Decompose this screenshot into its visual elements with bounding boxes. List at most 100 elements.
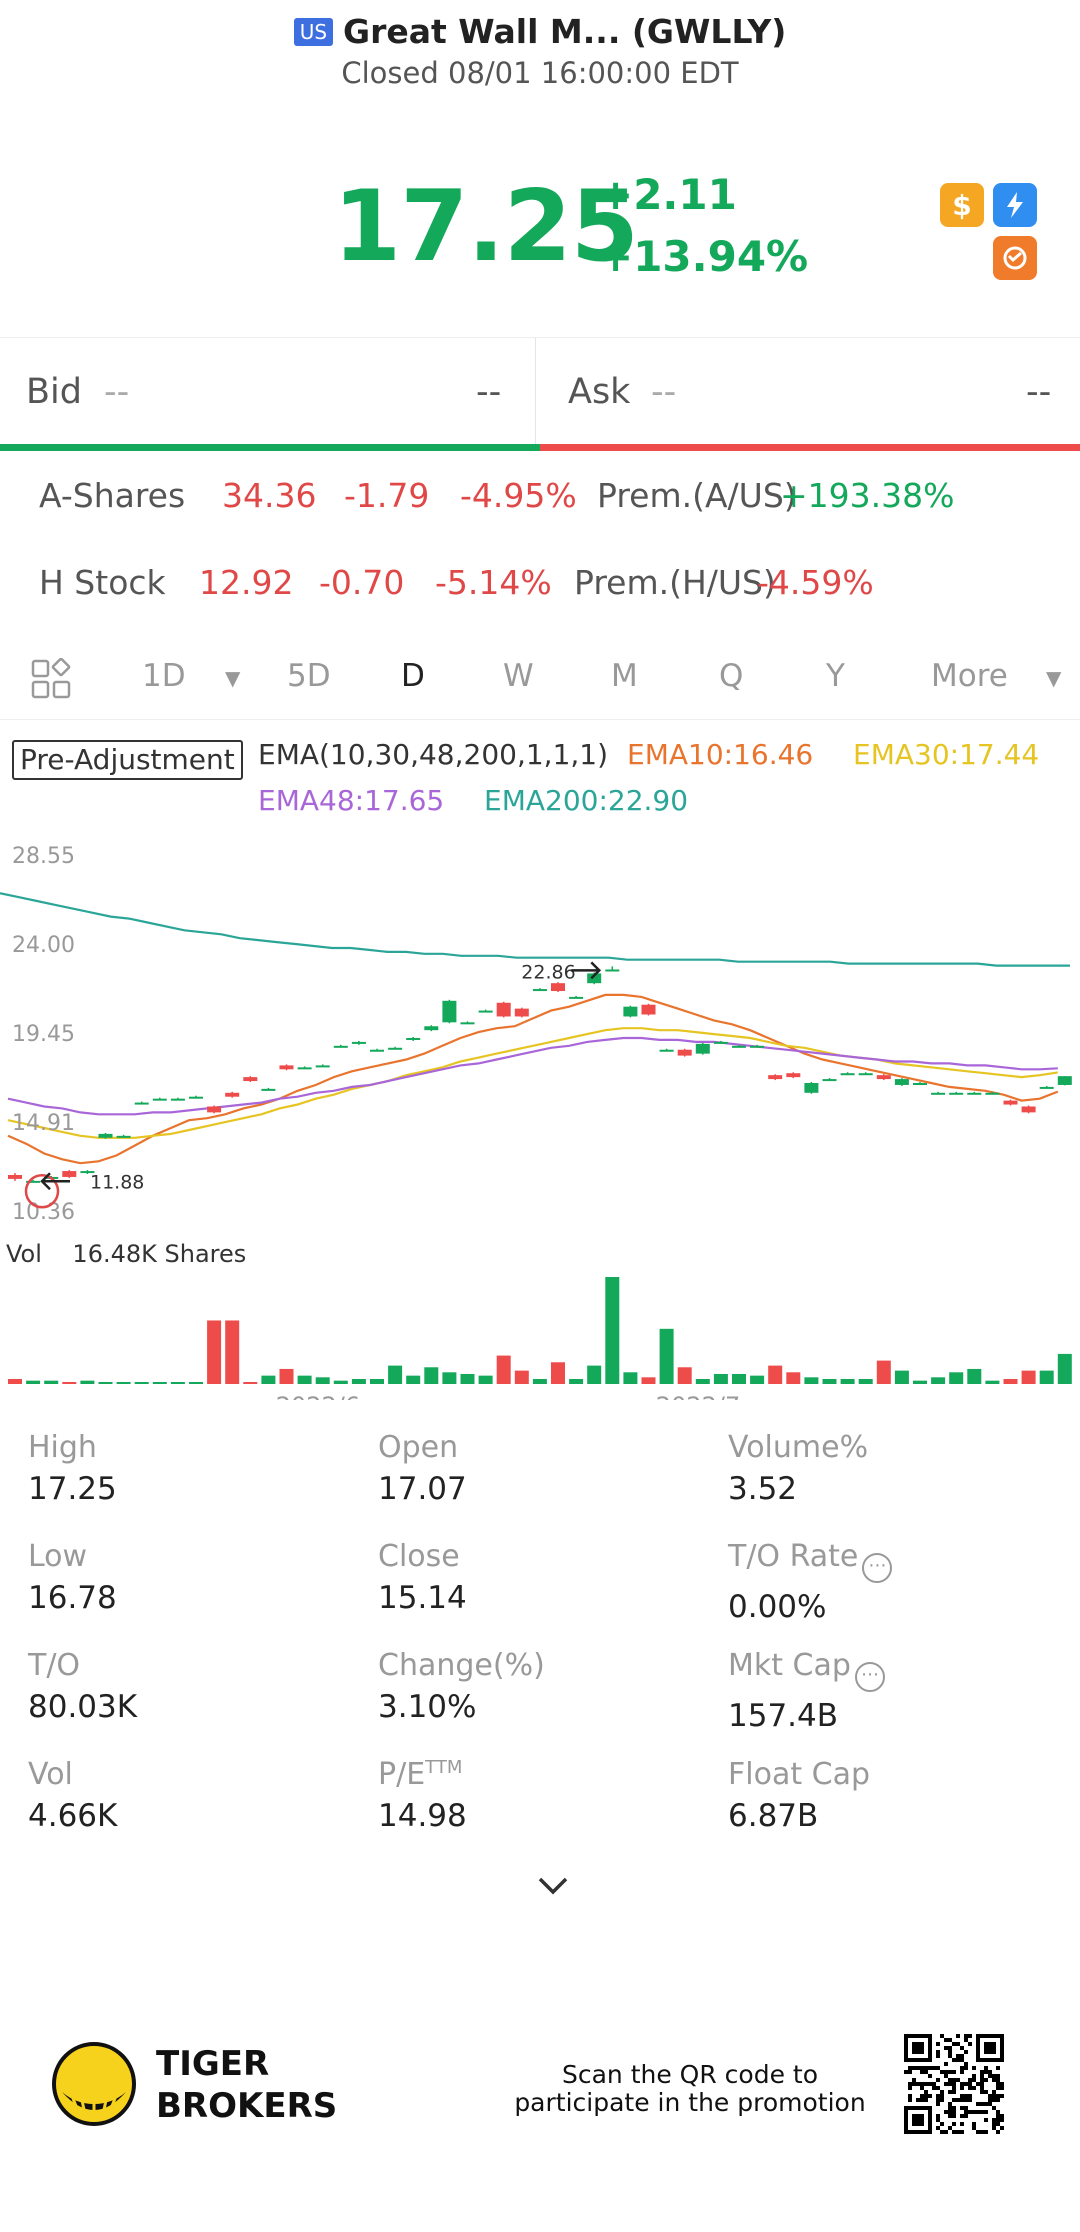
- stat-label: Close: [378, 1539, 460, 1574]
- volume-bar: [460, 1373, 475, 1384]
- tab-quarterly[interactable]: Q: [719, 658, 743, 694]
- volume-bar: [116, 1382, 131, 1384]
- chart-layout-icon[interactable]: [30, 658, 72, 700]
- qr-code: [904, 2034, 1004, 2134]
- price-chart[interactable]: 28.55 24.00 19.45 14.91 10.36 22.86 11.88 2022/…: [0, 725, 1080, 1400]
- volume-bar: [532, 1378, 547, 1384]
- ema-line-ema200: [0, 892, 1070, 967]
- volume-bar: [315, 1377, 330, 1384]
- tab-daily[interactable]: D: [401, 658, 425, 694]
- volume-bar: [1039, 1370, 1054, 1384]
- volume-legend: Vol 16.48K Shares: [6, 1240, 246, 1268]
- bid-label: Bid: [26, 372, 82, 412]
- candle: [551, 983, 565, 992]
- candle: [605, 969, 620, 972]
- candle: [134, 1102, 149, 1105]
- volume-bar: [134, 1382, 149, 1384]
- a-shares-change-pct: -4.95%: [460, 476, 577, 515]
- info-icon[interactable]: ⋯: [854, 1662, 885, 1692]
- tab-1d-dropdown-icon[interactable]: ▼: [225, 666, 240, 690]
- h-stock-label: H Stock: [39, 563, 166, 602]
- stat-close: Close 15.14: [378, 1539, 718, 1616]
- bid-ask-panel: Bid -- -- Ask -- --: [0, 337, 1080, 451]
- volume-bar: [496, 1355, 511, 1384]
- volume-bar: [786, 1372, 801, 1384]
- expand-chevron-icon[interactable]: [536, 1875, 570, 1897]
- tab-yearly[interactable]: Y: [826, 658, 845, 694]
- volume-bar: [189, 1382, 203, 1384]
- volume-bar: [623, 1372, 638, 1384]
- y-tick-label: 10.36: [12, 1200, 75, 1225]
- candle: [8, 1174, 22, 1179]
- tab-monthly[interactable]: M: [611, 658, 638, 694]
- candle: [351, 1041, 366, 1044]
- info-icon[interactable]: ⋯: [862, 1553, 893, 1583]
- tab-1d[interactable]: 1D: [142, 658, 186, 694]
- tab-weekly[interactable]: W: [503, 658, 534, 694]
- last-price: 17.25: [333, 170, 639, 284]
- y-tick-label: 14.91: [12, 1111, 75, 1136]
- stat-mkt-cap[interactable]: Mkt Cap ⋯ 157.4B: [728, 1648, 1068, 1734]
- stat-label: Low: [28, 1539, 88, 1574]
- candle: [822, 1079, 837, 1082]
- market-badge: US: [293, 17, 334, 46]
- h-stock-row[interactable]: H Stock 12.92 -0.70 -5.14% Prem.(H/US) -…: [0, 553, 1080, 613]
- volume-bar: [551, 1362, 565, 1384]
- h-stock-change: -0.70: [319, 563, 405, 602]
- stat-value: 17.07: [378, 1471, 467, 1507]
- candle: [659, 1049, 674, 1052]
- a-shares-label: A-Shares: [39, 476, 186, 515]
- a-shares-row[interactable]: A-Shares 34.36 -1.79 -4.95% Prem.(A/US) …: [0, 466, 1080, 526]
- volume-bar: [370, 1378, 384, 1384]
- sync-icon[interactable]: [993, 236, 1037, 280]
- candle: [388, 1047, 403, 1050]
- volume-bar: [913, 1380, 927, 1384]
- candle: [514, 1008, 529, 1017]
- y-tick-label: 24.00: [12, 933, 75, 958]
- flash-icon[interactable]: [993, 183, 1037, 227]
- tab-5d[interactable]: 5D: [287, 658, 331, 694]
- volume-bar: [98, 1382, 113, 1384]
- stat-label: Volume%: [728, 1430, 869, 1465]
- volume-bar: [243, 1382, 258, 1384]
- stat-label-superscript: TTM: [425, 1757, 463, 1778]
- dollar-icon[interactable]: $: [940, 183, 984, 227]
- candle: [732, 1045, 746, 1048]
- candle: [967, 1092, 982, 1095]
- title-row[interactable]: US Great Wall M... (GWLLY): [0, 12, 1080, 51]
- stat-p-e: P/ETTM 14.98: [378, 1757, 718, 1834]
- stat-t-o-rate[interactable]: T/O Rate ⋯ 0.00%: [728, 1539, 1068, 1625]
- volume-bar: [1003, 1378, 1018, 1384]
- candle: [315, 1065, 330, 1068]
- candle: [297, 1067, 312, 1070]
- volume-bar: [985, 1380, 1000, 1384]
- stat-value: 15.14: [378, 1580, 467, 1616]
- volume-bar: [424, 1367, 439, 1384]
- stat-high: High 17.25: [28, 1430, 368, 1507]
- volume-bar: [822, 1378, 837, 1384]
- header: US Great Wall M... (GWLLY) Closed 08/01 …: [0, 0, 1080, 110]
- brand-name-line2: BROKERS: [156, 2086, 338, 2126]
- ask-strength-bar: [540, 444, 1080, 451]
- candle: [913, 1083, 927, 1086]
- y-tick-label: 28.55: [12, 844, 75, 869]
- volume-bar: [333, 1380, 348, 1384]
- volume-bar: [695, 1378, 710, 1384]
- stat-label: P/ETTM: [378, 1757, 463, 1792]
- bid-size: --: [476, 372, 502, 412]
- candle: [949, 1092, 964, 1095]
- ask-cell[interactable]: Ask -- --: [535, 338, 1080, 448]
- volume-bar: [297, 1375, 312, 1384]
- candle: [442, 1000, 457, 1023]
- candle: [894, 1079, 909, 1085]
- candle: [768, 1075, 783, 1080]
- stat-value: 3.52: [728, 1471, 798, 1507]
- volume-bar: [713, 1373, 728, 1384]
- promo-footer: TIGER BROKERS Scan the QR code to partic…: [0, 2010, 1080, 2170]
- volume-bar: [207, 1320, 222, 1384]
- stat-volume: Volume% 3.52: [728, 1430, 1068, 1507]
- tab-more-dropdown-icon[interactable]: ▼: [1046, 666, 1061, 690]
- stat-value: 6.87B: [728, 1798, 819, 1834]
- bid-cell[interactable]: Bid -- --: [0, 338, 535, 448]
- tab-more[interactable]: More: [931, 658, 1008, 694]
